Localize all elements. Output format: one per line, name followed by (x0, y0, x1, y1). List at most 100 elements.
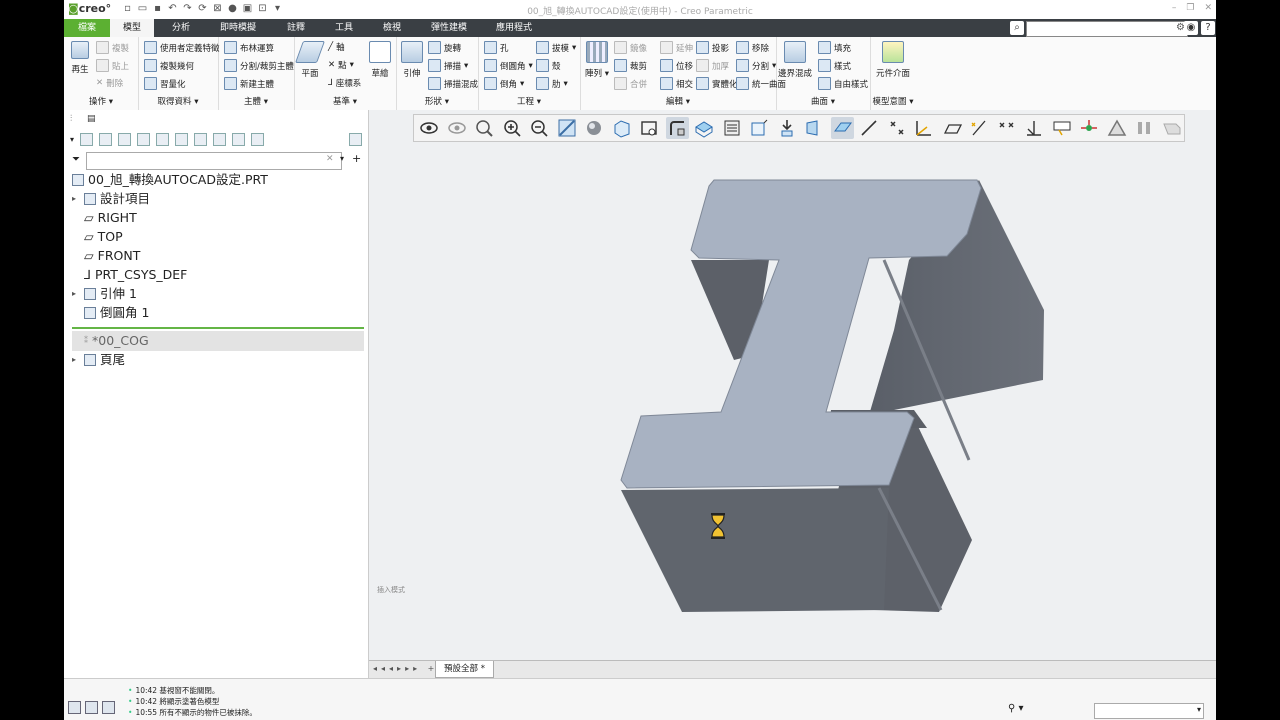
hole-button[interactable]: 孔 (484, 41, 509, 54)
round-button[interactable]: 倒圓角 ▾ (484, 59, 533, 72)
window-tab-default[interactable]: 預設全部 * (435, 661, 494, 678)
tab-navigation-icons[interactable]: ◂◂◂▸▸▸ + (373, 664, 438, 673)
style-button[interactable]: 樣式 (818, 59, 851, 72)
rib-button[interactable]: 肋 ▾ (536, 77, 568, 90)
tree-table-icon[interactable] (213, 132, 227, 146)
tree-item-right[interactable]: ▱ RIGHT (72, 209, 137, 227)
tree-root[interactable]: 00_旭_轉換AUTOCAD設定.PRT (72, 171, 268, 189)
tree-display-icon[interactable] (251, 132, 265, 146)
group-label[interactable]: 基準 ▾ (294, 95, 396, 107)
mirror-button[interactable]: 鏡像 (614, 41, 647, 54)
pattern-button[interactable]: 陣列 ▾ (584, 41, 610, 79)
freestyle-button[interactable]: 自由樣式 (818, 77, 868, 90)
expand-arrow-icon[interactable]: ▸ (72, 285, 80, 303)
tree-item-extrude[interactable]: ▸ 引伸 1 (72, 285, 137, 303)
model-tree-tab-icon[interactable]: ⫶ (70, 114, 81, 125)
remove-button[interactable]: 移除 (736, 41, 769, 54)
boundary-blend-button[interactable]: 邊界混成 (778, 41, 812, 79)
copy-button[interactable]: 複製 (96, 41, 129, 54)
delete-button[interactable]: ✕ 刪除 (96, 77, 123, 89)
full-screen-icon[interactable] (102, 701, 115, 714)
project-button[interactable]: 投影 (696, 41, 729, 54)
component-interface-button[interactable]: 元件介面 (872, 41, 914, 79)
extend-button[interactable]: 延伸 (660, 41, 693, 54)
search-input[interactable]: ⚙ (1026, 21, 1188, 37)
tree-list-icon[interactable] (118, 132, 132, 146)
command-search-icon[interactable]: ◉ (1184, 21, 1198, 35)
tree-item-top[interactable]: ▱ TOP (72, 228, 123, 246)
help-icon[interactable]: ? (1201, 21, 1215, 35)
tree-stack-icon[interactable] (232, 132, 246, 146)
group-label[interactable]: 工程 ▾ (478, 95, 580, 107)
expand-arrow-icon[interactable]: ▸ (72, 351, 80, 369)
regenerate-button[interactable]: 再生 (68, 41, 92, 75)
new-body-button[interactable]: 新建主體 (224, 77, 274, 90)
chamfer-button[interactable]: 倒角 ▾ (484, 77, 524, 90)
toggle-navigator-icon[interactable] (68, 701, 81, 714)
expand-arrow-icon[interactable]: ▸ (72, 190, 80, 208)
filter-dropdown-icon[interactable]: ▾ (340, 154, 344, 163)
point-button[interactable]: ✕ 點 ▾ (328, 59, 354, 71)
i-beam-model[interactable] (369, 110, 1216, 660)
udf-button[interactable]: 使用者定義特徵 (144, 41, 220, 54)
merge-button[interactable]: 合併 (614, 77, 647, 90)
tree-notes-icon[interactable] (349, 132, 362, 146)
sweep-button[interactable]: 掃描 ▾ (428, 59, 468, 72)
tree-part-icon[interactable] (80, 132, 94, 146)
tree-layer-icon[interactable] (156, 132, 170, 146)
group-label[interactable]: 主體 ▾ (218, 95, 294, 107)
tree-filter-icon[interactable] (137, 132, 151, 146)
group-label[interactable]: 操作 ▾ (64, 95, 138, 107)
split-body-button[interactable]: 分割/裁剪主體 (224, 59, 294, 72)
thicken-button[interactable]: 加厚 (696, 59, 729, 72)
clear-filter-icon[interactable]: ✕ (326, 154, 334, 164)
minimize-icon[interactable]: – (1172, 3, 1177, 13)
split-button[interactable]: 分割 ▾ (736, 59, 776, 72)
tree-item-cog[interactable]: ⁑ *00_COG (72, 332, 149, 350)
swept-blend-button[interactable]: 掃描混成 (428, 77, 478, 90)
tree-filter-input[interactable] (86, 152, 342, 170)
help-search-icon[interactable]: ⌕ (1010, 21, 1024, 35)
trim-button[interactable]: 裁剪 (614, 59, 647, 72)
plane-button[interactable]: 平面 (294, 41, 326, 79)
tab-flexible-modeling[interactable]: 彈性建模 (422, 19, 476, 37)
close-icon[interactable]: ✕ (1204, 3, 1212, 13)
solidify-button[interactable]: 實體化 (696, 77, 738, 90)
group-label[interactable]: 形狀 ▾ (396, 95, 478, 107)
tab-tools[interactable]: 工具 (322, 19, 366, 37)
tab-live-simulation[interactable]: 即時模擬 (212, 19, 264, 37)
group-label[interactable]: 模型意圖 ▾ (870, 95, 916, 107)
revolve-button[interactable]: 旋轉 (428, 41, 461, 54)
find-icon[interactable]: ⚲ ▾ (1008, 703, 1024, 714)
graphics-area[interactable]: 插入模式 (369, 110, 1216, 660)
intersect-button[interactable]: 相交 (660, 77, 693, 90)
extrude-button[interactable]: 引伸 (400, 41, 424, 79)
toggle-browser-icon[interactable] (85, 701, 98, 714)
tree-item-footer[interactable]: ▸ 頁尾 (72, 351, 125, 369)
tab-model[interactable]: 模型 (110, 19, 154, 37)
tab-analysis[interactable]: 分析 (158, 19, 204, 37)
tab-view[interactable]: 檢視 (370, 19, 414, 37)
tree-item-design-items[interactable]: ▸ 設計項目 (72, 190, 150, 208)
axis-button[interactable]: ╱ 軸 (328, 41, 345, 53)
tree-item-front[interactable]: ▱ FRONT (72, 247, 140, 265)
tree-settings-icon[interactable] (175, 132, 189, 146)
csys-button[interactable]: ⅃ 座標系 (328, 77, 361, 89)
fill-button[interactable]: 填充 (818, 41, 851, 54)
draft-button[interactable]: 拔模 ▾ (536, 41, 576, 54)
shell-button[interactable]: 殼 (536, 59, 561, 72)
group-label[interactable]: 取得資料 ▾ (138, 95, 218, 107)
tab-file[interactable]: 檔案 (64, 19, 110, 37)
tab-applications[interactable]: 應用程式 (488, 19, 540, 37)
tab-annotate[interactable]: 註釋 (274, 19, 318, 37)
tree-columns-icon[interactable] (99, 132, 113, 146)
selection-filter-dropdown[interactable]: ▾ (1094, 703, 1204, 719)
copy-geometry-button[interactable]: 複製幾何 (144, 59, 194, 72)
add-filter-icon[interactable]: + (352, 152, 361, 165)
folder-browser-tab-icon[interactable]: ▤ (87, 114, 98, 125)
tree-item-csys[interactable]: ⅃ PRT_CSYS_DEF (72, 266, 187, 284)
tree-expand-icon[interactable]: ▾ (70, 135, 74, 144)
restore-icon[interactable]: ❐ (1186, 3, 1194, 13)
paste-button[interactable]: 貼上 (96, 59, 129, 72)
sketch-button[interactable]: 草繪 (368, 41, 392, 79)
